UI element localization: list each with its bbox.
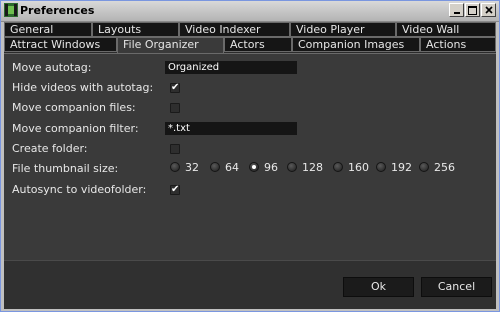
tab-row-back: General Layouts Video Indexer Video Play… xyxy=(4,22,496,37)
maximize-icon xyxy=(468,5,477,15)
maximize-button[interactable] xyxy=(465,3,480,17)
thumbnail-size-radio-group: 32 64 96 128 160 192 256 xyxy=(170,161,470,175)
thumbnail-size-option-256: 256 xyxy=(434,161,455,174)
dialog-footer: Ok Cancel xyxy=(4,260,496,309)
thumbnail-size-radio-160[interactable] xyxy=(333,162,343,172)
file-organizer-panel: Move autotag: Organized Hide videos with… xyxy=(4,53,496,260)
move-autotag-field[interactable]: Organized xyxy=(165,61,297,74)
tab-video-player[interactable]: Video Player xyxy=(290,22,396,37)
tab-file-organizer[interactable]: File Organizer xyxy=(117,37,224,54)
thumbnail-size-option-192: 192 xyxy=(391,161,412,174)
minimize-icon xyxy=(453,12,460,14)
thumbnail-size-radio-96[interactable] xyxy=(249,162,259,172)
move-companion-files-label: Move companion files: xyxy=(12,101,136,114)
thumbnail-size-option-96: 96 xyxy=(264,161,278,174)
close-icon xyxy=(484,6,493,14)
hide-videos-label: Hide videos with autotag: xyxy=(12,81,154,94)
tab-video-wall[interactable]: Video Wall xyxy=(396,22,496,37)
tab-attract-windows[interactable]: Attract Windows xyxy=(4,37,117,52)
checkmark-icon: ✔ xyxy=(171,184,180,195)
close-button[interactable] xyxy=(481,3,496,17)
dialog-client: General Layouts Video Indexer Video Play… xyxy=(4,22,496,309)
file-thumbnail-size-label: File thumbnail size: xyxy=(12,162,119,175)
cancel-button[interactable]: Cancel xyxy=(421,277,492,297)
tab-general[interactable]: General xyxy=(4,22,92,37)
tab-row-front: Attract Windows File Organizer Actors Co… xyxy=(4,37,496,54)
move-autotag-label: Move autotag: xyxy=(12,61,92,74)
ok-button[interactable]: Ok xyxy=(343,277,414,297)
thumbnail-size-option-32: 32 xyxy=(185,161,199,174)
thumbnail-size-radio-64[interactable] xyxy=(210,162,220,172)
create-folder-checkbox[interactable] xyxy=(170,144,180,154)
thumbnail-size-option-160: 160 xyxy=(348,161,369,174)
tab-actors[interactable]: Actors xyxy=(224,37,292,52)
tab-layouts[interactable]: Layouts xyxy=(92,22,179,37)
app-icon xyxy=(4,3,18,17)
move-companion-filter-label: Move companion filter: xyxy=(12,122,139,135)
checkmark-icon: ✔ xyxy=(171,82,180,93)
thumbnail-size-radio-192[interactable] xyxy=(376,162,386,172)
thumbnail-size-radio-256[interactable] xyxy=(419,162,429,172)
thumbnail-size-radio-128[interactable] xyxy=(287,162,297,172)
tab-actions[interactable]: Actions xyxy=(420,37,496,52)
tab-video-indexer[interactable]: Video Indexer xyxy=(179,22,290,37)
thumbnail-size-option-64: 64 xyxy=(225,161,239,174)
create-folder-label: Create folder: xyxy=(12,142,88,155)
autosync-checkbox[interactable]: ✔ xyxy=(170,184,180,195)
window-title: Preferences xyxy=(20,4,95,17)
title-bar[interactable]: Preferences xyxy=(1,1,499,22)
move-companion-filter-field[interactable]: *.txt xyxy=(165,122,297,135)
thumbnail-size-radio-32[interactable] xyxy=(170,162,180,172)
minimize-button[interactable] xyxy=(449,3,464,17)
move-companion-files-checkbox[interactable] xyxy=(170,103,180,113)
thumbnail-size-option-128: 128 xyxy=(302,161,323,174)
hide-videos-checkbox[interactable]: ✔ xyxy=(170,82,180,93)
tab-companion-images[interactable]: Companion Images xyxy=(292,37,420,52)
autosync-label: Autosync to videofolder: xyxy=(12,183,147,196)
preferences-window: Preferences General Layouts Video Indexe… xyxy=(0,0,500,312)
